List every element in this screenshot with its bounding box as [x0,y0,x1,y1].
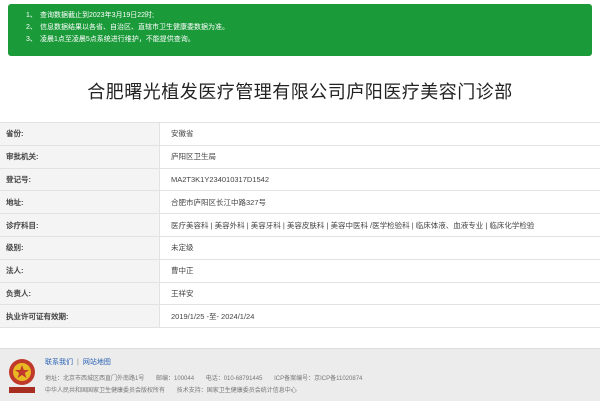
table-row-approval-authority: 审批机关: 庐阳区卫生局 [0,145,600,169]
footer-copyright: 中华人民共和国国家卫生健康委员会版权所有 [45,388,166,394]
table-row-registration-number: 登记号: MA2T3K1Y234010317D1542 [0,168,600,192]
notice-line-3: 3、 凌晨1点至凌晨5点系统进行维护，不能提供查询。 [26,34,582,46]
notice-line-1: 1、 查询数据截止到2023年3月19日22时; [26,10,582,22]
row-value: 王祥安 [171,288,194,298]
footer-address-line: 地址：北京市西城区西直门外南路1号 邮编：100044 电话：010-68791… [45,373,372,382]
row-value: 2019/1/25 -至- 2024/1/24 [171,311,255,321]
row-label: 审批机关: [0,145,160,168]
row-value: 未定级 [171,243,194,253]
table-row-address: 地址: 合肥市庐阳区长江中路327号 [0,191,600,215]
row-label: 登记号: [0,168,160,191]
site-map-link[interactable]: 网站地图 [83,359,111,366]
contact-us-link[interactable]: 联系我们 [45,359,73,366]
table-row-person-in-charge: 负责人: 王祥安 [0,282,600,306]
table-row-legal-person: 法人: 曹中正 [0,259,600,283]
national-emblem-icon [9,359,35,393]
footer-tech-support: 技术支持：国家卫生健康委员会统计信息中心 [176,388,297,394]
table-row-province: 省份: 安徽省 [0,123,600,146]
row-value: MA2T3K1Y234010317D1542 [171,174,269,184]
info-table: 省份: 安徽省 审批机关: 庐阳区卫生局 登记号: MA2T3K1Y234010… [0,122,600,329]
row-label: 级别: [0,236,160,259]
row-label: 地址: [0,191,160,214]
row-label: 执业许可证有效期: [0,305,160,328]
row-label: 诊疗科目: [0,214,160,236]
footer-copyright-line: 中华人民共和国国家卫生健康委员会版权所有 技术支持：国家卫生健康委员会统计信息中… [45,385,307,394]
notice-line-2: 2、 信息数据结果以各省、自治区、直辖市卫生健康委数据为准。 [26,22,582,34]
footer-address: 地址：北京市西城区西直门外南路1号 [45,376,145,382]
row-value: 医疗美容科 | 美容外科 | 美容牙科 | 美容皮肤科 | 美容中医科 /医学检… [171,220,535,230]
footer-icp: ICP备案编号：京ICP备11020874 [274,376,363,382]
footer-links: 联系我们 | 网站地图 [45,357,111,367]
row-value: 合肥市庐阳区长江中路327号 [171,197,267,207]
row-label: 负责人: [0,282,160,305]
row-value: 曹中正 [171,266,194,276]
notice-text: 查询数据截止到2023年3月19日22时; [40,12,154,19]
notice-text: 信息数据结果以各省、自治区、直辖市卫生健康委数据为准。 [40,24,229,31]
row-label: 法人: [0,259,160,282]
row-value: 安徽省 [171,129,194,139]
site-footer: 联系我们 | 网站地图 地址：北京市西城区西直门外南路1号 邮编：100044 电话… [0,348,600,401]
table-row-license-validity: 执业许可证有效期: 2019/1/25 -至- 2024/1/24 [0,305,600,329]
table-row-clinical-departments: 诊疗科目: 医疗美容科 | 美容外科 | 美容牙科 | 美容皮肤科 | 美容中医… [0,214,600,237]
row-value: 庐阳区卫生局 [171,152,216,162]
page-title: 合肥曙光植发医疗管理有限公司庐阳医疗美容门诊部 [87,82,513,102]
notice-text: 凌晨1点至凌晨5点系统进行维护，不能提供查询。 [40,36,195,43]
footer-postcode: 邮编：100044 [156,376,195,382]
footer-phone: 电话：010-68791445 [205,376,263,382]
notice-banner: 1、 查询数据截止到2023年3月19日22时; 2、 信息数据结果以各省、自治… [8,4,592,56]
table-row-level: 级别: 未定级 [0,236,600,260]
row-label: 省份: [0,123,160,145]
footer-divider: | [77,359,79,366]
